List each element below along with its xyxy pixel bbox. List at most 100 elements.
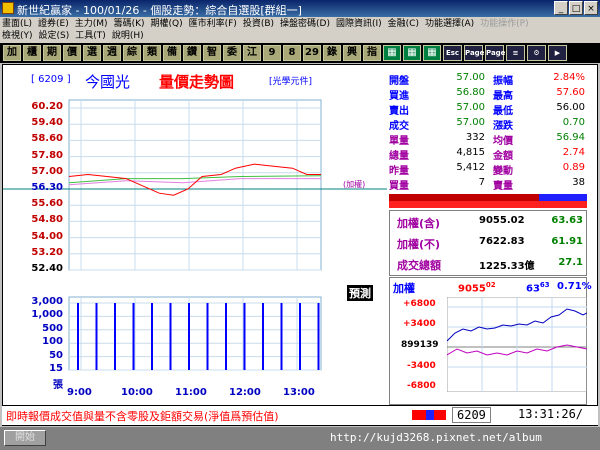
quote-label: 最高 [493, 91, 513, 102]
toolbar-button-27[interactable]: ▶ [548, 45, 567, 61]
menu-item-8[interactable]: 國際資訊(I) [336, 19, 382, 29]
toolbar-button-19[interactable]: ▦ [383, 45, 401, 61]
status-stock-code[interactable]: 6209 [452, 407, 491, 423]
app-icon [2, 2, 14, 14]
close-button[interactable]: × [584, 1, 598, 15]
toolbar-button-21[interactable]: ▦ [423, 45, 441, 61]
price-plot-frame [68, 99, 322, 271]
toolbar-button-3[interactable]: 價 [63, 45, 81, 61]
index-change: 61.91 [551, 236, 583, 247]
mini-index-chart [447, 297, 587, 392]
quote-row: 賣出 57.00 最低 56.00 [389, 101, 587, 117]
price-tick-label: 60.20 [31, 101, 63, 112]
start-button[interactable]: 開始 [4, 430, 46, 446]
volume-bar [299, 303, 301, 370]
toolbar-button-15[interactable]: 29 [303, 45, 321, 61]
price-tick-label: 55.60 [31, 198, 63, 210]
volume-bar [114, 303, 116, 370]
volume-bar [77, 303, 79, 370]
volume-tick-label: 50 [49, 349, 63, 361]
price-tick-label: 59.40 [31, 117, 63, 129]
volume-plot-frame [68, 296, 322, 371]
taskbar-url: http://kujd3268.pixnet.net/album [330, 431, 542, 444]
menu-bar: 畫面(L) 證券(E) 主力(M) 籌碼(K) 期權(Q) 匯市利率(F) 投資(B) 操盤密… [0, 17, 600, 43]
toolbar-button-6[interactable]: 綜 [123, 45, 141, 61]
minimize-button[interactable]: _ [554, 1, 568, 15]
menu-row-1: 畫面(L) 證券(E) 主力(M) 籌碼(K) 期權(Q) 匯市利率(F) 投資(B) 操盤密… [2, 18, 535, 30]
menu-item-6[interactable]: 投資(B) [243, 19, 274, 29]
menu-item-1[interactable]: 證券(E) [38, 19, 69, 29]
toolbar-button-8[interactable]: 備 [163, 45, 181, 61]
mini-y-up-2: +3400 [403, 319, 436, 329]
toolbar-button-12[interactable]: 江 [243, 45, 261, 61]
toolbar-button-10[interactable]: 智 [203, 45, 221, 61]
toolbar-button-7[interactable]: 類 [143, 45, 161, 61]
menu-item-11: 功能操作(P) [480, 19, 529, 29]
quote-label: 開盤 [389, 76, 409, 87]
quote-label: 振幅 [493, 76, 513, 87]
menu-item-3[interactable]: 籌碼(K) [114, 19, 145, 29]
price-tick-label: 52.40 [31, 263, 63, 274]
toolbar-button-26[interactable]: ⚙ [527, 45, 546, 61]
toolbar-button-0[interactable]: 加 [3, 45, 21, 61]
price-tick-label: 54.80 [31, 214, 63, 226]
quote-value: 56.00 [556, 102, 585, 113]
volume-tick-label: 3,000 [31, 296, 63, 307]
toolbar-button-20[interactable]: ▦ [403, 45, 421, 61]
maximize-button[interactable]: □ [569, 1, 583, 15]
quote-label: 變動 [493, 166, 513, 177]
quote-value: 0.89 [562, 162, 585, 173]
menu-item-row2-3[interactable]: 說明(H) [112, 31, 144, 41]
index-value: 9055.02 [479, 215, 525, 226]
mini-y-dn-1: -3400 [407, 361, 436, 371]
quote-label: 總量 [389, 151, 409, 162]
quote-value: 57.00 [456, 117, 485, 128]
toolbar-button-23[interactable]: Page Up [464, 45, 484, 71]
toolbar-button-2[interactable]: 期 [43, 45, 61, 61]
toolbar-button-9[interactable]: 鑽 [183, 45, 201, 61]
window-titlebar[interactable]: 新世紀贏家 - 100/01/26 - 個股走勢：綜合自選股[群組一] _ □ × [0, 0, 600, 17]
price-tick-label: 58.60 [31, 133, 63, 145]
menu-item-row2-0[interactable]: 檢視(Y) [2, 31, 33, 41]
menu-item-9[interactable]: 金融(C) [388, 19, 419, 29]
mini-index-pct: 0.71% [557, 281, 592, 292]
menu-item-0[interactable]: 畫面(L) [2, 19, 32, 29]
volume-bar [280, 303, 283, 370]
quote-label: 最低 [493, 106, 513, 117]
price-tick-label: 56.30 [31, 182, 63, 193]
bid-ask-bar [389, 194, 587, 208]
menu-row-2: 檢視(Y) 設定(S) 工具(T) 說明(H) [2, 30, 150, 42]
toolbar-button-22[interactable]: Esc [443, 45, 462, 61]
toolbar-button-14[interactable]: 8 [283, 45, 301, 61]
toolbar-button-17[interactable]: 興 [343, 45, 361, 61]
quote-value: 332 [465, 132, 485, 143]
toolbar-button-11[interactable]: 委 [223, 45, 241, 61]
stock-code: [ 6209 ] [31, 74, 71, 85]
toolbar-button-5[interactable]: 週 [103, 45, 121, 61]
volume-bar [317, 303, 320, 370]
menu-item-10[interactable]: 功能選擇(A) [425, 19, 474, 29]
index-change: 63.63 [551, 215, 583, 226]
industry-label: [光學元件] [269, 77, 313, 87]
toolbar-button-1[interactable]: 櫃 [23, 45, 41, 61]
index-label: 加權(含) [397, 217, 441, 230]
time-tick-label: 11:00 [175, 387, 207, 398]
quote-row: 成交 57.00 漲跌 0.70 [389, 116, 587, 132]
toolbar-button-13[interactable]: 9 [263, 45, 281, 61]
menu-item-7[interactable]: 操盤密碼(D) [280, 19, 330, 29]
menu-item-4[interactable]: 期權(Q) [151, 19, 183, 29]
quote-label: 成交 [389, 121, 409, 132]
menu-item-row2-1[interactable]: 設定(S) [39, 31, 70, 41]
toolbar-button-4[interactable]: 選 [83, 45, 101, 61]
menu-item-row2-2[interactable]: 工具(T) [75, 31, 106, 41]
toolbar-button-24[interactable]: Page Dn [485, 45, 505, 71]
index-row: 加權(不) 7622.83 61.91 [389, 232, 587, 254]
price-tick-label: 57.80 [31, 149, 63, 161]
toolbar-button-25[interactable]: ≡ [506, 45, 525, 61]
menu-item-2[interactable]: 主力(M) [75, 19, 108, 29]
menu-item-5[interactable]: 匯市利率(F) [189, 19, 237, 29]
toolbar-button-16[interactable]: 錄 [323, 45, 341, 61]
toolbar-button-18[interactable]: 指 [363, 45, 381, 61]
volume-bar [95, 303, 98, 370]
volume-tick-label: 15 [49, 363, 63, 374]
